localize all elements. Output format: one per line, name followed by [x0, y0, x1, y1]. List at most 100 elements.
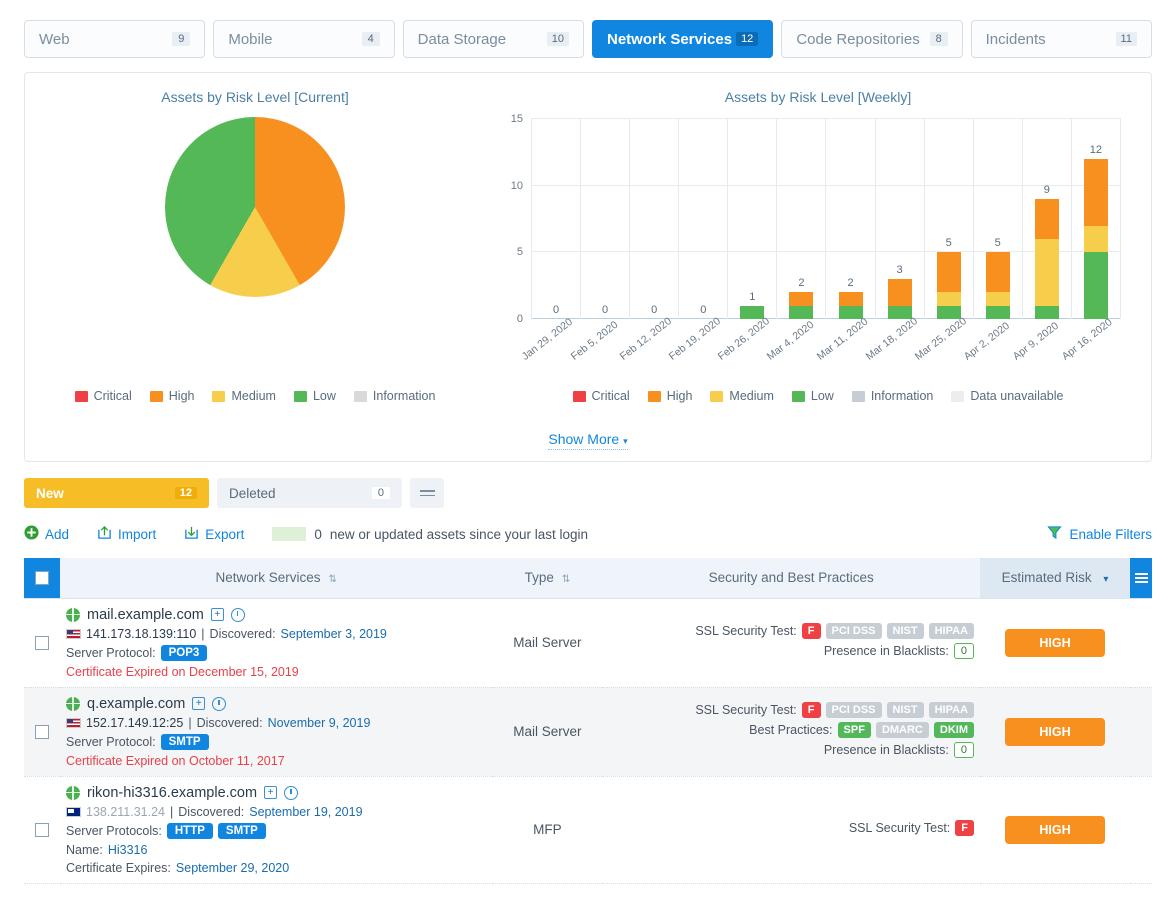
compliance-badge[interactable]: PCI DSS [825, 701, 882, 718]
tab-web[interactable]: Web 9 [24, 20, 206, 58]
bar-segment-low[interactable] [1083, 252, 1108, 319]
compliance-badge[interactable]: HIPAA [928, 701, 974, 718]
expand-icon[interactable]: + [192, 697, 206, 710]
bar-slot[interactable]: 2 [776, 119, 825, 319]
risk-badge[interactable]: HIGH [1005, 628, 1105, 657]
tab-incidents[interactable]: Incidents 11 [970, 20, 1152, 58]
risk-badge[interactable]: HIGH [1005, 815, 1105, 844]
legend-item-high[interactable]: High [149, 389, 194, 403]
best-practice-badge[interactable]: SPF [837, 721, 871, 738]
bar-segment-high[interactable] [887, 279, 912, 306]
legend-item-low[interactable]: Low [791, 389, 834, 403]
bar-slot[interactable]: 5 [923, 119, 973, 319]
bar-slot[interactable]: 0 [678, 119, 727, 319]
ssl-grade-badge[interactable]: F [955, 819, 974, 836]
status-tab-deleted[interactable]: Deleted 0 [217, 478, 402, 508]
legend-label: High [666, 389, 693, 403]
sort-icon-name[interactable]: ⇅ [329, 574, 337, 585]
row-select-cell[interactable] [24, 598, 60, 688]
risk-badge[interactable]: HIGH [1005, 717, 1105, 746]
table-row[interactable]: rikon-hi3316.example.com +138.211.31.24 | D… [24, 776, 1152, 884]
column-header-risk[interactable]: Estimated Risk ▾ [980, 558, 1130, 599]
bar-segment-medium[interactable] [985, 292, 1010, 306]
bar-segment-low[interactable] [789, 305, 814, 319]
blacklist-count[interactable]: 0 [953, 642, 974, 659]
row-checkbox[interactable] [35, 725, 49, 740]
asset-hostname[interactable]: q.example.com [87, 696, 185, 712]
bar-segment-high[interactable] [838, 292, 863, 306]
legend-item-information[interactable]: Information [851, 389, 933, 403]
expand-icon[interactable]: + [210, 608, 224, 621]
table-row[interactable]: mail.example.com +141.173.18.139:110 | Disc… [24, 598, 1152, 688]
legend-item-high[interactable]: High [647, 389, 693, 403]
bar-segment-medium[interactable] [936, 292, 961, 306]
bar-slot[interactable]: 2 [825, 119, 874, 319]
bar-segment-medium[interactable] [1034, 239, 1059, 306]
compliance-badge[interactable]: PCI DSS [825, 622, 882, 639]
legend-item-critical[interactable]: Critical [74, 389, 132, 403]
add-button[interactable]: Add [24, 525, 69, 543]
tab-code-repositories[interactable]: Code Repositories 8 [781, 20, 963, 58]
tab-network-services[interactable]: Network Services 12 [591, 20, 774, 58]
view-options-button[interactable] [410, 478, 444, 508]
row-checkbox[interactable] [35, 823, 49, 838]
bar-slot[interactable]: 12 [1070, 119, 1121, 319]
history-icon[interactable] [212, 696, 227, 711]
legend-item-medium[interactable]: Medium [212, 389, 276, 403]
select-all-header[interactable] [24, 558, 60, 599]
history-icon[interactable] [230, 607, 245, 622]
legend-item-medium[interactable]: Medium [710, 389, 774, 403]
legend-item-low[interactable]: Low [293, 389, 336, 403]
asset-hostname[interactable]: rikon-hi3316.example.com [87, 785, 257, 801]
row-select-cell[interactable] [24, 776, 60, 884]
sort-icon-type[interactable]: ⇅ [562, 574, 570, 585]
export-button[interactable]: Export [184, 525, 244, 543]
legend-item-critical[interactable]: Critical [572, 389, 630, 403]
bar-slot[interactable]: 3 [874, 119, 924, 319]
bar-segment-medium[interactable] [1083, 225, 1108, 253]
asset-hostname[interactable]: mail.example.com [87, 607, 204, 623]
select-all-checkbox[interactable] [35, 571, 49, 586]
expand-icon[interactable]: + [264, 786, 278, 799]
show-more-link[interactable]: Show More ▾ [548, 431, 628, 450]
bar-slot[interactable]: 5 [972, 119, 1022, 319]
column-header-name[interactable]: Network Services ⇅ [60, 558, 493, 599]
row-select-cell[interactable] [24, 687, 60, 777]
bar-segment-low[interactable] [838, 305, 863, 319]
bar-segment-low[interactable] [985, 305, 1010, 319]
history-icon[interactable] [284, 785, 299, 800]
enable-filters-button[interactable]: Enable Filters [1047, 525, 1152, 543]
row-checkbox[interactable] [35, 636, 49, 651]
bar-segment-high[interactable] [1083, 159, 1108, 226]
legend-item-information[interactable]: Information [353, 389, 435, 403]
bar-segment-high[interactable] [1034, 199, 1059, 240]
bar-segment-low[interactable] [1034, 305, 1059, 319]
ssl-grade-badge[interactable]: F [801, 622, 821, 639]
best-practice-badge[interactable]: DMARC [875, 721, 929, 738]
tab-data-storage[interactable]: Data Storage 10 [402, 20, 584, 58]
bar-segment-high[interactable] [985, 252, 1010, 293]
legend-item-data-unavailable[interactable]: Data unavailable [951, 389, 1063, 403]
compliance-badge[interactable]: NIST [886, 622, 924, 639]
tab-mobile[interactable]: Mobile 4 [213, 20, 395, 58]
ssl-grade-badge[interactable]: F [801, 701, 821, 718]
bar-slot[interactable]: 0 [580, 119, 629, 319]
blacklist-count[interactable]: 0 [953, 741, 974, 758]
column-header-type[interactable]: Type ⇅ [492, 558, 603, 599]
import-button[interactable]: Import [97, 525, 156, 543]
bar-segment-high[interactable] [936, 252, 961, 293]
compliance-badge[interactable]: NIST [886, 701, 924, 718]
table-row[interactable]: q.example.com +152.17.149.12:25 | Discovere… [24, 687, 1152, 777]
bar-slot[interactable]: 1 [727, 119, 776, 319]
status-tab-new[interactable]: New 12 [24, 478, 209, 508]
bar-slot[interactable]: 9 [1021, 119, 1071, 319]
bar-slot[interactable]: 0 [629, 119, 678, 319]
bar-slot[interactable]: 0 [531, 119, 580, 319]
bar-segment-high[interactable] [789, 292, 814, 306]
best-practice-badge[interactable]: DKIM [933, 721, 974, 738]
name-value[interactable]: Hi3316 [108, 843, 148, 857]
sort-caret-risk[interactable]: ▾ [1103, 574, 1108, 585]
table-header-row: Network Services ⇅ Type ⇅ Security and Bes… [24, 558, 1152, 599]
compliance-badge[interactable]: HIPAA [928, 622, 974, 639]
column-options-button[interactable] [1130, 558, 1152, 599]
